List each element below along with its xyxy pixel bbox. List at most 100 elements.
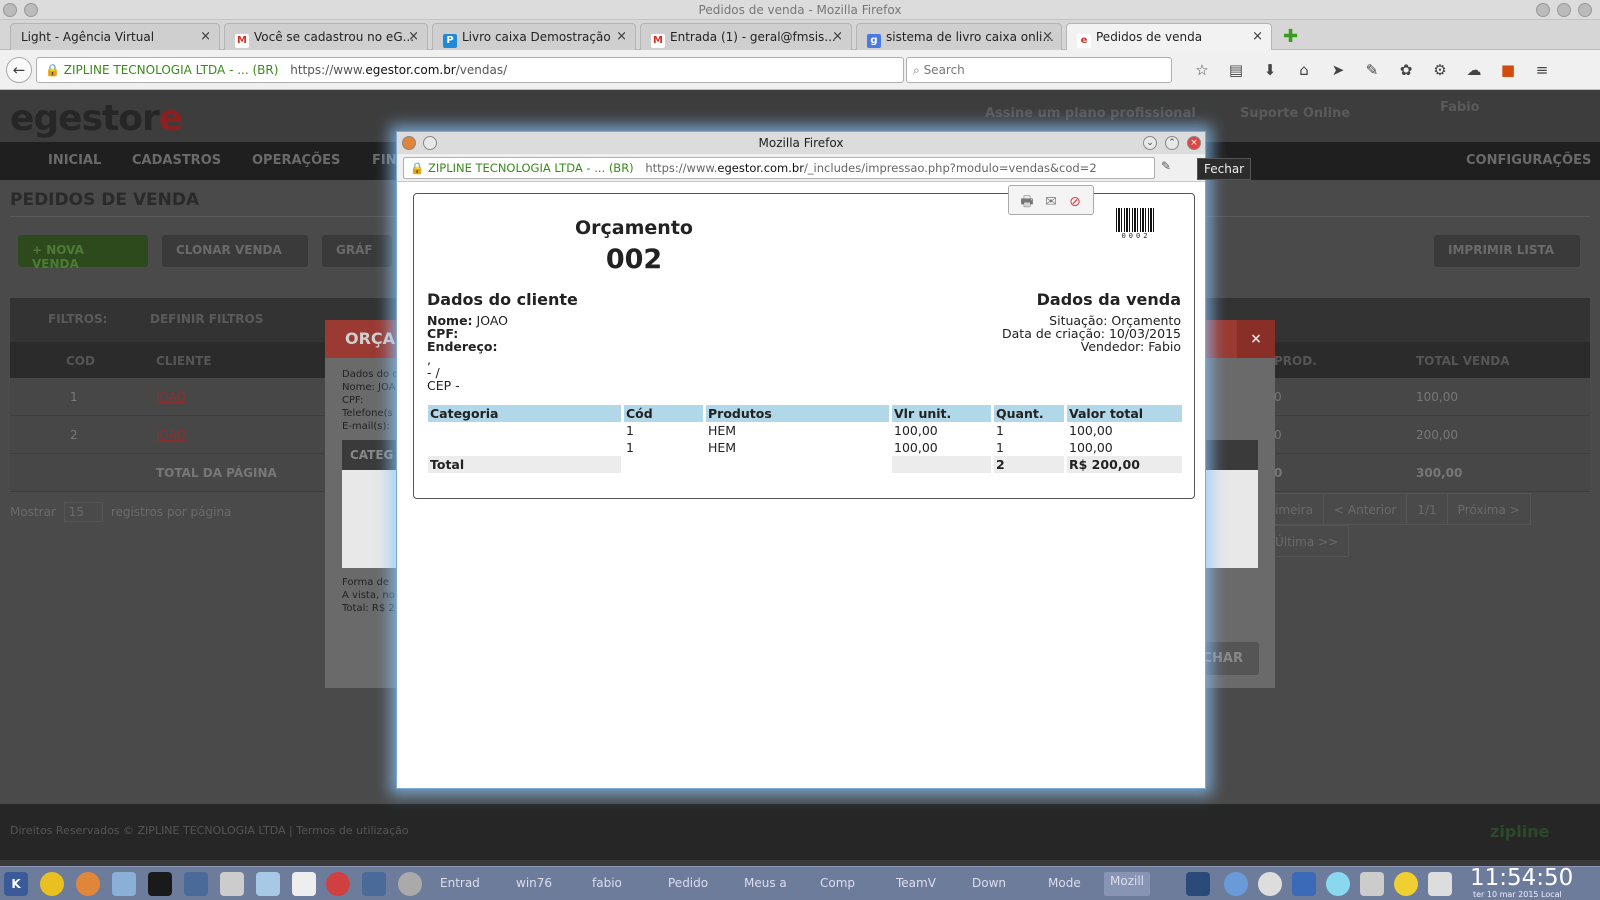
- menu-cadastros[interactable]: CADASTROS: [132, 153, 221, 168]
- bookmark-star-icon[interactable]: ☆: [1185, 61, 1219, 79]
- gear-addon-icon[interactable]: ⚙: [1423, 61, 1457, 79]
- send-icon[interactable]: ➤: [1321, 61, 1355, 79]
- cancel-icon[interactable]: ⊘: [1063, 194, 1087, 210]
- settings-gear-icon[interactable]: [398, 872, 422, 896]
- new-tab-icon[interactable]: ✚: [1283, 26, 1298, 47]
- pgadmin-icon[interactable]: [184, 872, 208, 896]
- tab-light[interactable]: Light - Agência Virtual ×: [10, 23, 220, 50]
- taskbar-item[interactable]: Meus a: [744, 876, 787, 890]
- new-sale-button[interactable]: + NOVA VENDA: [18, 235, 148, 271]
- hamburger-menu-icon[interactable]: ≡: [1525, 61, 1559, 79]
- tab-livro-caixa[interactable]: P Livro caixa Demostração ×: [432, 23, 636, 50]
- menu-financeiro[interactable]: FIN: [372, 153, 397, 168]
- dots-icon[interactable]: [326, 872, 350, 896]
- terminal-icon[interactable]: [148, 872, 172, 896]
- clone-sale-button[interactable]: CLONAR VENDA: [162, 235, 308, 267]
- popup-url-input[interactable]: 🔒 ZIPLINE TECNOLOGIA LTDA - ... (BR) htt…: [403, 157, 1155, 179]
- plan-link[interactable]: Assine um plano profissional: [985, 106, 1196, 121]
- virtualbox-icon[interactable]: [112, 872, 136, 896]
- close-tab-icon[interactable]: ×: [1252, 29, 1263, 44]
- close-window-icon[interactable]: [1578, 3, 1592, 17]
- menu-configuracoes[interactable]: CONFIGURAÇÕES: [1466, 153, 1591, 168]
- maximize-icon[interactable]: [1557, 3, 1571, 17]
- per-page-select[interactable]: 15: [63, 502, 103, 522]
- egestor-logo[interactable]: egestore: [10, 98, 183, 139]
- client-link[interactable]: JOAO: [156, 428, 186, 442]
- support-link[interactable]: Suporte Online: [1240, 106, 1350, 121]
- taskbar-item-active[interactable]: Mozill: [1104, 872, 1150, 896]
- sale-details: Situação: Orçamento Data de criação: 10/…: [1002, 313, 1181, 354]
- popup-shade-icon[interactable]: [423, 136, 437, 150]
- prev-page-button[interactable]: < Anterior: [1323, 493, 1408, 525]
- tray-volume-icon[interactable]: [1428, 872, 1452, 896]
- col-cod[interactable]: COD: [66, 354, 95, 368]
- print-list-button[interactable]: IMPRIMIR LISTA: [1434, 235, 1580, 267]
- taskbar-item[interactable]: Entrad: [440, 876, 480, 890]
- close-tab-icon[interactable]: ×: [616, 29, 627, 44]
- tab-gmail-entrada[interactable]: M Entrada (1) - geral@fmsis... ×: [640, 23, 852, 50]
- tab-google-search[interactable]: g sistema de livro caixa onli... ×: [856, 23, 1062, 50]
- taskbar-item[interactable]: Down: [972, 876, 1006, 890]
- email-icon[interactable]: ✉: [1039, 194, 1063, 210]
- tab-label: Você se cadastrou no eG...: [254, 30, 415, 44]
- close-tab-icon[interactable]: ×: [200, 29, 211, 44]
- next-page-button[interactable]: Próxima >: [1446, 493, 1531, 525]
- col-prod[interactable]: PROD.: [1274, 354, 1317, 368]
- close-tab-icon[interactable]: ×: [408, 29, 419, 44]
- text-editor-icon[interactable]: [292, 872, 316, 896]
- firefox-icon[interactable]: [76, 872, 100, 896]
- popup-minimize-icon[interactable]: ⌄: [1143, 136, 1157, 150]
- close-tab-icon[interactable]: ×: [1042, 29, 1053, 44]
- client-link[interactable]: JOAO: [156, 390, 186, 404]
- search-input[interactable]: ⌕ Search: [906, 57, 1172, 83]
- taskbar-item[interactable]: Comp: [820, 876, 855, 890]
- tray-monitor-icon[interactable]: [1186, 872, 1210, 896]
- tray-weather-icon[interactable]: [1326, 872, 1350, 896]
- p-icon: P: [443, 34, 457, 48]
- chrome-icon[interactable]: [40, 872, 64, 896]
- addon-icon[interactable]: ✎: [1355, 61, 1389, 79]
- tab-gmail-cadastro[interactable]: M Você se cadastrou no eG... ×: [224, 23, 428, 50]
- charts-button[interactable]: GRÁF: [322, 235, 392, 267]
- tray-clipboard-icon[interactable]: [1360, 872, 1384, 896]
- kde-menu-icon[interactable]: K: [4, 872, 28, 896]
- col-cliente[interactable]: CLIENTE: [156, 354, 212, 368]
- tray-skype-icon[interactable]: [1224, 872, 1248, 896]
- tray-bulb-icon[interactable]: [1394, 872, 1418, 896]
- taskbar-item[interactable]: win76: [516, 876, 552, 890]
- menu-operacoes[interactable]: OPERAÇÕES: [252, 153, 340, 168]
- user-name[interactable]: Fabio: [1440, 100, 1480, 115]
- taskbar-item[interactable]: TeamV: [896, 876, 936, 890]
- minimize-icon[interactable]: [1536, 3, 1550, 17]
- url-text: https://www.egestor.com.br/vendas/: [290, 63, 508, 77]
- clock-time[interactable]: 11:54:50: [1470, 865, 1573, 891]
- taskbar-item[interactable]: fabio: [592, 876, 622, 890]
- tray-chat-icon[interactable]: [1258, 872, 1282, 896]
- define-filters-button[interactable]: DEFINIR FILTROS: [150, 312, 263, 326]
- extension-icon[interactable]: ■: [1491, 61, 1525, 79]
- print-icon[interactable]: 🖶: [1015, 191, 1039, 215]
- close-tab-icon[interactable]: ×: [832, 29, 843, 44]
- calculator-icon[interactable]: [220, 872, 244, 896]
- file-manager-icon[interactable]: [256, 872, 280, 896]
- url-bar[interactable]: 🔒 ZIPLINE TECNOLOGIA LTDA - ... (BR) htt…: [36, 57, 904, 83]
- pgadmin2-icon[interactable]: [362, 872, 386, 896]
- download-icon[interactable]: ⬇: [1253, 61, 1287, 79]
- tab-pedidos-de-venda[interactable]: e Pedidos de venda ×: [1066, 23, 1272, 50]
- popup-maximize-icon[interactable]: ⌃: [1165, 136, 1179, 150]
- reading-list-icon[interactable]: ▤: [1219, 61, 1253, 79]
- menu-inicial[interactable]: INICIAL: [48, 153, 101, 168]
- taskbar-item[interactable]: Mode: [1048, 876, 1081, 890]
- chat-icon[interactable]: ☁: [1457, 61, 1491, 79]
- tray-network-icon[interactable]: [1292, 872, 1316, 896]
- col-total-venda[interactable]: TOTAL VENDA: [1416, 354, 1510, 368]
- taskbar-item[interactable]: Pedido: [668, 876, 708, 890]
- popup-close-icon[interactable]: ×: [1187, 136, 1201, 150]
- back-arrow-icon[interactable]: ←: [6, 57, 32, 83]
- items-table-header: Categoria Cód Produtos Vlr unit. Quant. …: [428, 405, 1182, 422]
- modal-close-button[interactable]: ×: [1237, 320, 1275, 358]
- last-page-button[interactable]: Última >>: [1264, 525, 1350, 557]
- puzzle-icon[interactable]: ✿: [1389, 61, 1423, 79]
- addon-icon[interactable]: ✎: [1161, 159, 1171, 173]
- home-icon[interactable]: ⌂: [1287, 61, 1321, 79]
